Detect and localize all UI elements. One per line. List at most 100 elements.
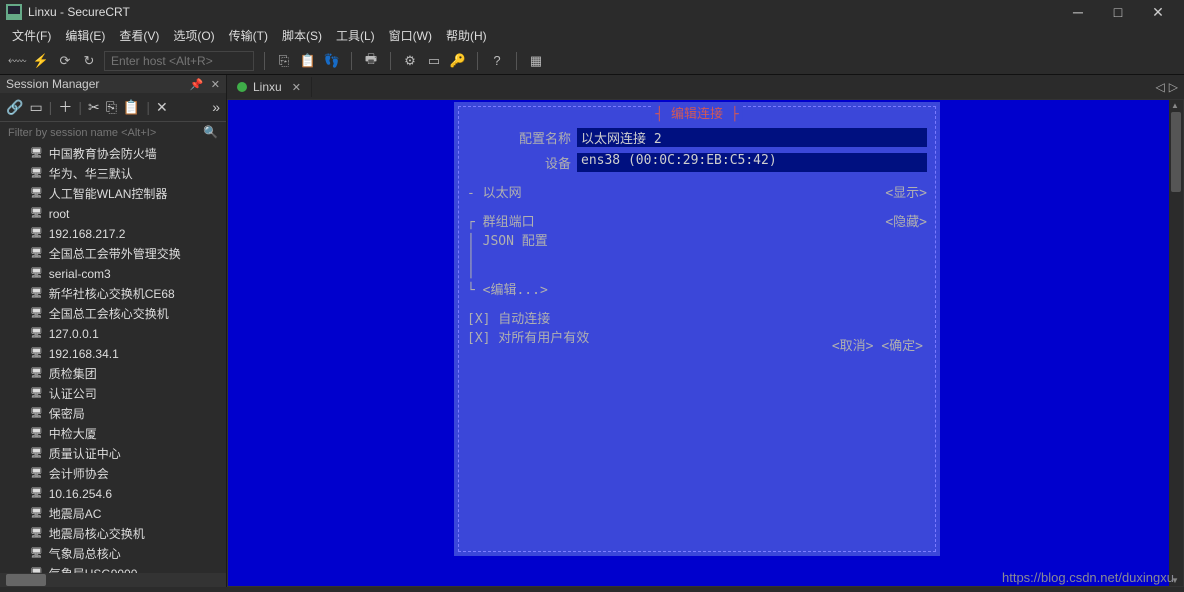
session-item[interactable]: 认证公司 [0, 384, 226, 404]
settings-icon[interactable]: ⚙ [401, 53, 419, 69]
cut-icon[interactable]: ✂ [88, 99, 100, 116]
watermark: https://blog.csdn.net/duxingxu [1002, 570, 1174, 585]
config-name-label: 配置名称 [467, 128, 577, 147]
menubar: 文件(F) 编辑(E) 查看(V) 选项(O) 传输(T) 脚本(S) 工具(L… [0, 24, 1184, 47]
menu-options[interactable]: 选项(O) [173, 27, 214, 44]
session-manager-toolbar: 🔗 ▭ | ＋ | ✂ ⎘ 📋 | ✕ » [0, 93, 226, 122]
session-manager-title: Session Manager [6, 77, 99, 91]
auto-connect-checkbox[interactable]: [X] 自动连接 [467, 308, 927, 327]
link-icon[interactable]: 🔗 [6, 99, 23, 116]
dialog-title: ┤ 编辑连接 ├ [651, 103, 742, 122]
scroll-up-icon[interactable]: ▲ [1171, 101, 1179, 110]
config-name-field[interactable]: 以太网连接 2 [577, 128, 927, 147]
add-icon[interactable]: ＋ [58, 97, 72, 117]
vertical-scrollbar[interactable]: ▲ ▼ [1169, 100, 1183, 586]
main-area: Linxu ✕ ◁ ▷ ┤ 编辑连接 ├ 配置名称 以太网连接 2 设备 e [227, 75, 1184, 587]
scroll-thumb[interactable] [1171, 112, 1181, 192]
session-item[interactable]: serial-com3 [0, 264, 226, 284]
close-panel-icon[interactable]: ✕ [211, 79, 220, 91]
device-label: 设备 [467, 153, 577, 172]
misc-icon[interactable]: ▦ [527, 53, 545, 69]
terminal[interactable]: ┤ 编辑连接 ├ 配置名称 以太网连接 2 设备 ens38 (00:0C:29… [227, 99, 1184, 587]
session-item[interactable]: 192.168.217.2 [0, 224, 226, 244]
find-icon[interactable]: 👣 [323, 53, 341, 69]
json-config-label: JSON 配置 [483, 234, 548, 249]
session-item[interactable]: 地震局核心交换机 [0, 524, 226, 544]
session-item[interactable]: 人工智能WLAN控制器 [0, 184, 226, 204]
session-filter-row: 🔍 [0, 122, 226, 144]
paste2-icon[interactable]: 📋 [123, 99, 140, 116]
session-item[interactable]: 中国教育协会防火墙 [0, 144, 226, 164]
session-filter-input[interactable] [4, 125, 195, 141]
session-item[interactable]: 192.168.34.1 [0, 344, 226, 364]
close-button[interactable]: ✕ [1138, 4, 1178, 21]
session-item[interactable]: 新华社核心交换机CE68 [0, 284, 226, 304]
session-item[interactable]: 质检集团 [0, 364, 226, 384]
group-port-label: 群组端口 [483, 215, 535, 230]
tab-label: Linxu [253, 80, 282, 94]
session-item[interactable]: 127.0.0.1 [0, 324, 226, 344]
pin-icon[interactable]: 📌 [190, 79, 204, 91]
new-folder-icon[interactable]: ▭ [29, 99, 42, 116]
ethernet-label: 以太网 [483, 186, 522, 201]
session-item[interactable]: 全国总工会核心交换机 [0, 304, 226, 324]
tabbar: Linxu ✕ ◁ ▷ [227, 75, 1184, 99]
separator [264, 52, 265, 70]
session-item[interactable]: 全国总工会带外管理交换 [0, 244, 226, 264]
tab-close-icon[interactable]: ✕ [292, 81, 301, 94]
connect-icon[interactable]: ⬳ [8, 53, 26, 69]
copy-icon[interactable]: ⎘ [275, 53, 293, 69]
session-item[interactable]: 气象局总核心 [0, 544, 226, 564]
session-item[interactable]: 10.16.254.6 [0, 484, 226, 504]
quick-connect-icon[interactable]: ⚡ [32, 53, 50, 69]
minimize-button[interactable]: ─ [1058, 4, 1098, 20]
session-options-icon[interactable]: ▭ [425, 53, 443, 69]
delete-icon[interactable]: ✕ [156, 99, 168, 116]
session-item[interactable]: 中检大厦 [0, 424, 226, 444]
maximize-button[interactable]: □ [1098, 4, 1138, 20]
edit-button[interactable]: <编辑...> [483, 283, 548, 298]
disconnect-icon[interactable]: ↻ [80, 53, 98, 69]
menu-tools[interactable]: 工具(L) [336, 27, 375, 44]
tab-prev-icon[interactable]: ◁ [1156, 80, 1165, 94]
ok-button[interactable]: <确定> [881, 339, 923, 354]
menu-edit[interactable]: 编辑(E) [65, 27, 105, 44]
separator [351, 52, 352, 70]
device-field[interactable]: ens38 (00:0C:29:EB:C5:42) [577, 153, 927, 172]
host-input[interactable] [104, 51, 254, 71]
session-item[interactable]: 华为、华三默认 [0, 164, 226, 184]
paste-icon[interactable]: 📋 [299, 53, 317, 69]
search-icon[interactable]: 🔍 [199, 125, 222, 141]
session-list[interactable]: 中国教育协会防火墙华为、华三默认人工智能WLAN控制器root192.168.2… [0, 144, 226, 573]
copy2-icon[interactable]: ⎘ [106, 99, 117, 116]
session-item[interactable]: 地震局AC [0, 504, 226, 524]
separator [390, 52, 391, 70]
session-item[interactable]: 会计师协会 [0, 464, 226, 484]
session-item[interactable]: 气象局USG9000 [0, 564, 226, 573]
menu-transfer[interactable]: 传输(T) [229, 27, 268, 44]
show-button[interactable]: <显示> [885, 182, 927, 201]
separator [516, 52, 517, 70]
tab-next-icon[interactable]: ▷ [1169, 80, 1178, 94]
reconnect-icon[interactable]: ⟳ [56, 53, 74, 69]
session-item[interactable]: root [0, 204, 226, 224]
menu-window[interactable]: 窗口(W) [389, 27, 432, 44]
menu-file[interactable]: 文件(F) [12, 27, 51, 44]
cancel-button[interactable]: <取消> [832, 339, 874, 354]
session-item[interactable]: 质量认证中心 [0, 444, 226, 464]
status-dot-icon [237, 82, 247, 92]
session-manager-header: Session Manager 📌 ✕ [0, 75, 226, 93]
menu-help[interactable]: 帮助(H) [446, 27, 487, 44]
tab-linxu[interactable]: Linxu ✕ [227, 77, 312, 97]
key-icon[interactable]: 🔑 [449, 53, 467, 69]
horizontal-scrollbar[interactable] [0, 573, 226, 587]
chevron-right-icon[interactable]: » [212, 99, 220, 115]
window-title: Linxu - SecureCRT [28, 5, 1058, 19]
menu-script[interactable]: 脚本(S) [282, 27, 322, 44]
session-item[interactable]: 保密局 [0, 404, 226, 424]
menu-view[interactable]: 查看(V) [119, 27, 159, 44]
help-icon[interactable]: ? [488, 53, 506, 68]
print-icon[interactable]: 🖶 [362, 50, 380, 72]
hide-button[interactable]: <隐藏> [885, 211, 927, 230]
edit-connection-dialog: ┤ 编辑连接 ├ 配置名称 以太网连接 2 设备 ens38 (00:0C:29… [454, 102, 940, 556]
